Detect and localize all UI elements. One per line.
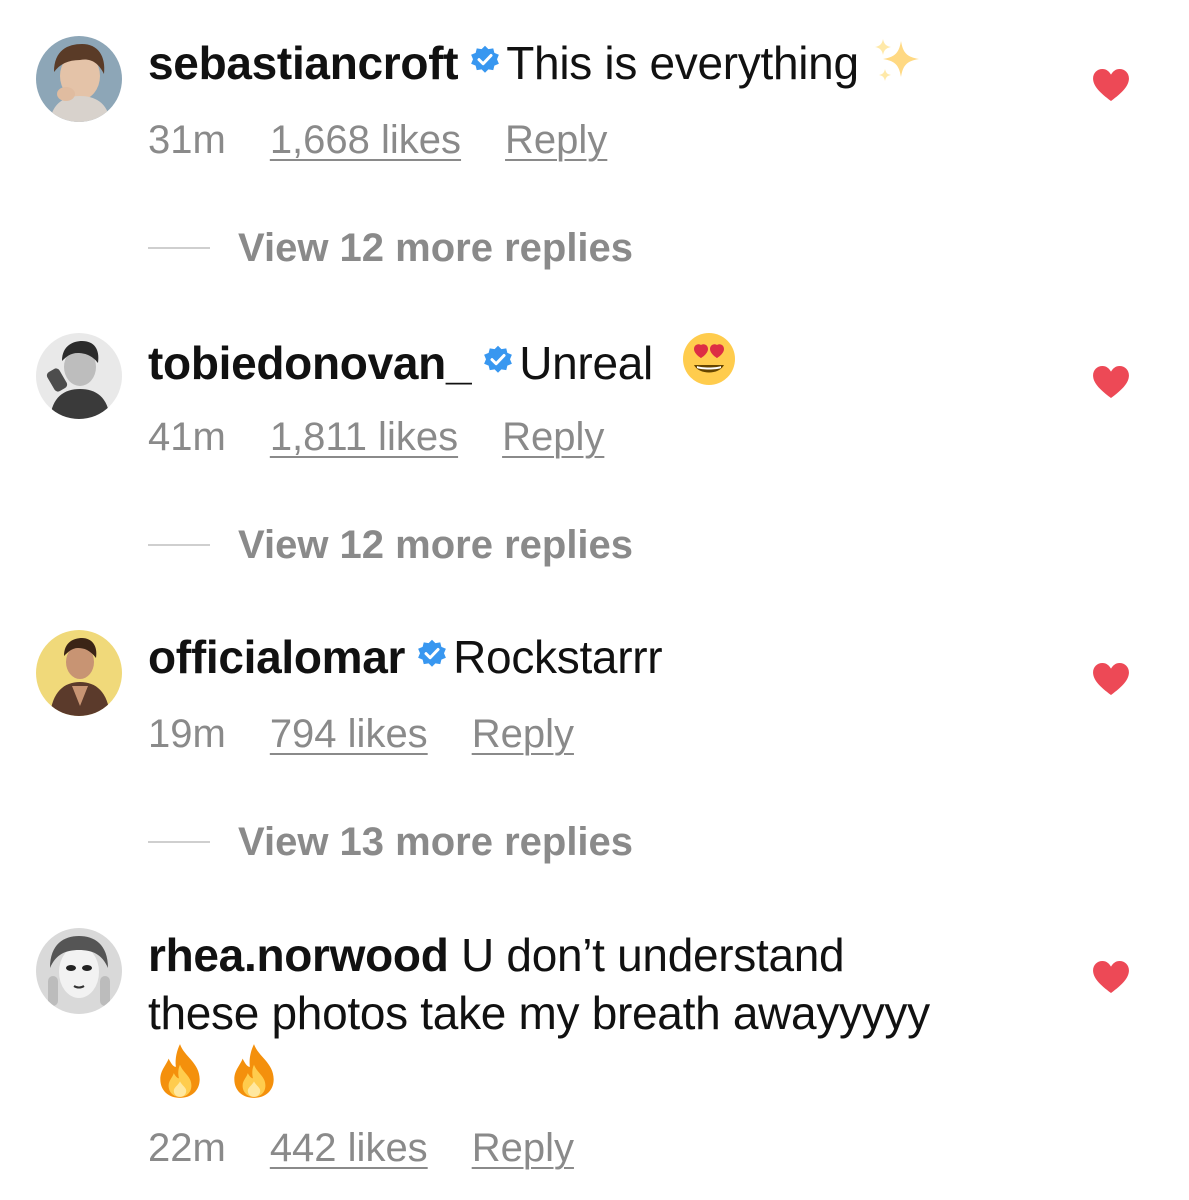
comment-message: Unreal <box>519 337 653 389</box>
avatar[interactable] <box>36 630 122 716</box>
comment-time: 19m <box>148 712 226 756</box>
username[interactable]: sebastiancroft <box>148 37 459 89</box>
view-replies-label: View 12 more replies <box>238 523 634 567</box>
avatar[interactable] <box>36 928 122 1014</box>
view-replies-label: View 13 more replies <box>238 820 634 864</box>
comment-meta: 41m 1,811 likes Reply <box>148 415 604 460</box>
heart-icon[interactable] <box>1092 68 1130 102</box>
fire-emoji <box>154 1042 206 1100</box>
comment-text: tobiedonovan_ Unreal <box>148 331 1048 392</box>
comment-meta: 22m 442 likes Reply <box>148 1126 574 1171</box>
likes-count-link[interactable]: 442 likes <box>270 1126 428 1170</box>
likes-count-link[interactable]: 1,811 likes <box>270 415 458 459</box>
comment-meta: 31m 1,668 likes Reply <box>148 118 607 163</box>
verified-badge-icon <box>470 45 500 75</box>
comment-message: Rockstarrr <box>453 631 663 683</box>
fire-emoji <box>228 1042 280 1100</box>
comment-text: rhea.norwood U don’t understand these ph… <box>148 926 1068 1105</box>
comment-meta: 19m 794 likes Reply <box>148 712 574 757</box>
view-replies-button[interactable]: View 12 more replies <box>148 226 633 271</box>
view-replies-button[interactable]: View 12 more replies <box>148 523 633 568</box>
comment-text: sebastiancroft This is everything <box>148 34 1048 92</box>
username[interactable]: tobiedonovan_ <box>148 337 472 389</box>
comment-time: 41m <box>148 415 226 459</box>
reply-link[interactable]: Reply <box>505 118 607 162</box>
username[interactable]: rhea.norwood <box>148 929 449 981</box>
heart-icon[interactable] <box>1092 960 1130 994</box>
comment-time: 31m <box>148 118 226 162</box>
heart-icon[interactable] <box>1092 365 1130 399</box>
verified-badge-icon <box>483 345 513 375</box>
comment-text: officialomar Rockstarrr <box>148 628 1048 686</box>
comment-message: This is everything <box>506 37 859 89</box>
reply-divider <box>148 247 210 249</box>
view-replies-label: View 12 more replies <box>238 226 634 270</box>
reply-link[interactable]: Reply <box>472 1126 574 1170</box>
likes-count-link[interactable]: 794 likes <box>270 712 428 756</box>
comment-message-line1: U don’t understand <box>461 929 845 981</box>
verified-badge-icon <box>417 639 447 669</box>
view-replies-button[interactable]: View 13 more replies <box>148 820 633 865</box>
avatar[interactable] <box>36 333 122 419</box>
sparkles-emoji <box>875 39 920 81</box>
username[interactable]: officialomar <box>148 631 405 683</box>
likes-count-link[interactable]: 1,668 likes <box>270 118 461 162</box>
reply-divider <box>148 841 210 843</box>
avatar[interactable] <box>36 36 122 122</box>
comment-time: 22m <box>148 1126 226 1170</box>
reply-divider <box>148 544 210 546</box>
heart-eyes-emoji <box>683 333 736 385</box>
reply-link[interactable]: Reply <box>502 415 604 459</box>
reply-link[interactable]: Reply <box>472 712 574 756</box>
comment-message-line2: these photos take my breath awayyyyy <box>148 987 930 1039</box>
heart-icon[interactable] <box>1092 662 1130 696</box>
